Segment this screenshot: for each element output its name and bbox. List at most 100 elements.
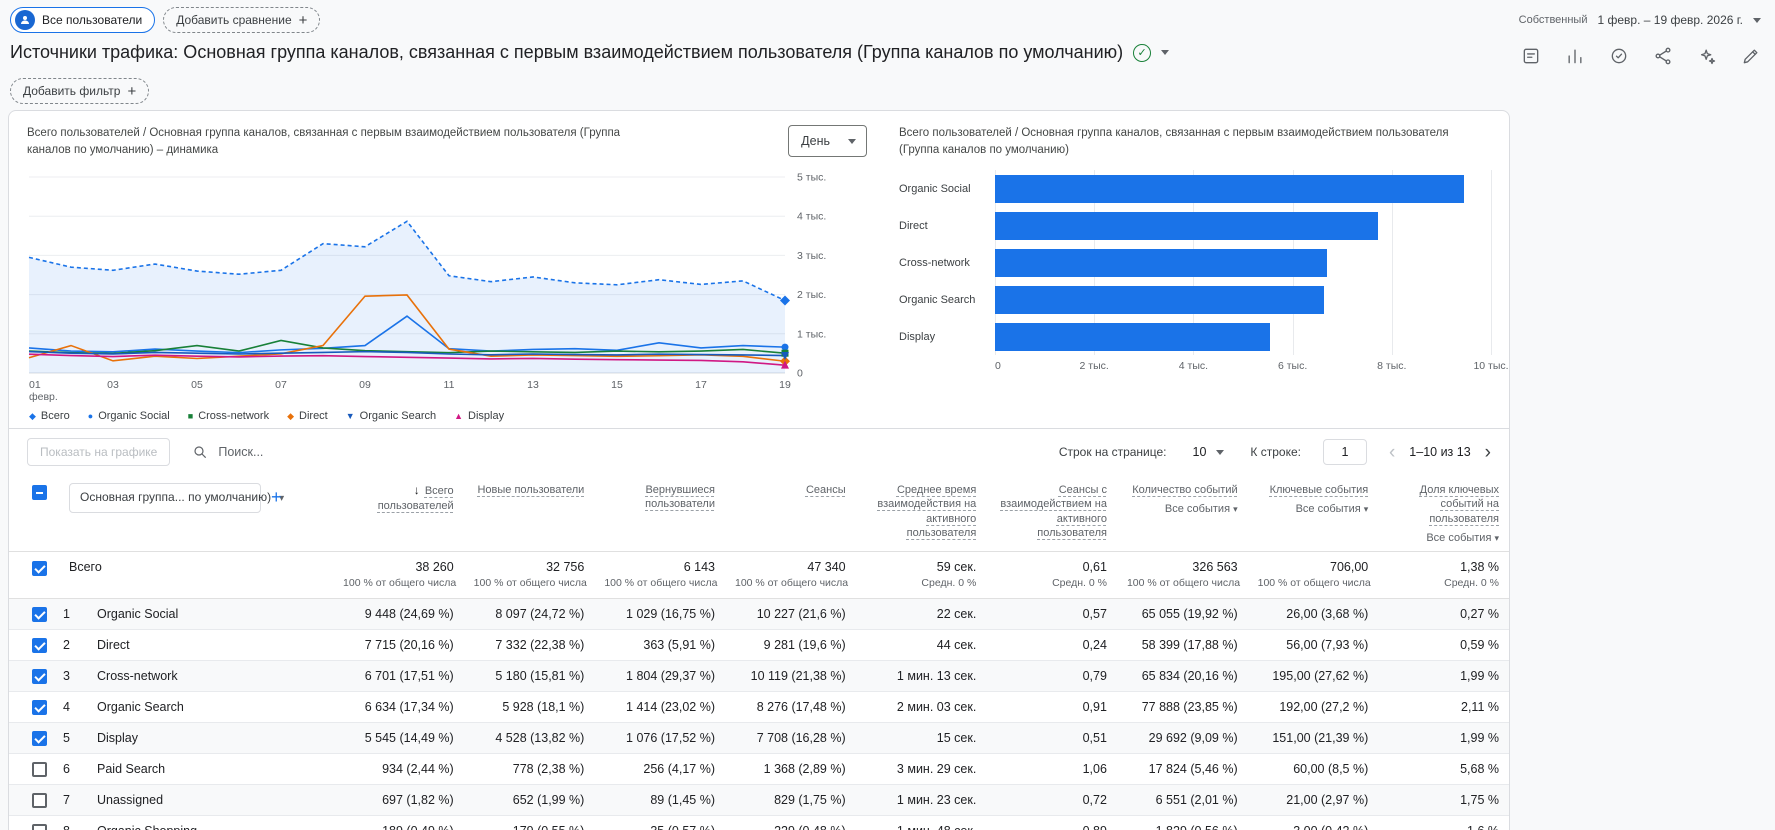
metric-value: 1 804 (29,37 %): [594, 660, 725, 692]
events-filter-dropdown[interactable]: Все события ▾: [1258, 502, 1369, 516]
dimension-select[interactable]: Основная группа... по умолчанию) ▾: [69, 483, 284, 513]
events-filter-dropdown[interactable]: Все события ▾: [1388, 531, 1499, 545]
legend-item[interactable]: ● Organic Social: [88, 410, 170, 422]
previous-page-icon[interactable]: ‹: [1389, 443, 1395, 462]
legend-item[interactable]: ◆ Всего: [29, 410, 70, 422]
metric-value: 778 (2,38 %): [463, 753, 595, 785]
select-all-checkbox[interactable]: [31, 485, 47, 500]
metric-value: 6 551 (2,01 %): [1116, 784, 1248, 816]
row-checkbox[interactable]: [31, 668, 47, 684]
add-filter-chip[interactable]: Добавить фильтр +: [10, 78, 150, 104]
metric-value: 22 сек.: [936, 607, 977, 622]
row-checkbox-cell: [9, 660, 59, 692]
plot-rows-button[interactable]: Показать на графике: [27, 438, 171, 466]
select-all-cell: [9, 475, 59, 553]
bar-chart-title: Всего пользователей / Основная группа ка…: [899, 127, 1449, 156]
metric-value: 0,57: [1082, 607, 1107, 622]
share-icon[interactable]: [1653, 46, 1673, 66]
insights-sparkle-icon[interactable]: [1697, 46, 1717, 66]
row-checkbox[interactable]: [31, 824, 47, 830]
metric-value: 0,27 %: [1460, 607, 1499, 622]
metric-value: 229 (0,48 %): [724, 815, 856, 830]
bar[interactable]: [995, 211, 1378, 240]
row-checkbox[interactable]: [31, 761, 47, 777]
bar[interactable]: [995, 174, 1464, 203]
search-input[interactable]: [218, 445, 399, 459]
totals-checkbox[interactable]: [31, 561, 47, 577]
metric-value: 5 180 (15,81 %): [463, 660, 595, 692]
filter-row: Добавить фильтр +: [0, 76, 1775, 110]
row-checkbox[interactable]: [31, 637, 47, 653]
metric-value: 0,51: [986, 722, 1117, 754]
metric-value: 829 (1,75 %): [724, 784, 856, 816]
column-header[interactable]: Количество событий Все события ▾: [1116, 475, 1248, 553]
column-header[interactable]: Сеансы с взаимодействием на активного по…: [986, 475, 1117, 553]
page-title: Источники трафика: Основная группа канал…: [10, 42, 1124, 62]
pagination: ‹ 1–10 из 13 ›: [1389, 443, 1491, 462]
svg-text:17: 17: [695, 379, 707, 391]
property-label: Собственный: [1518, 14, 1588, 26]
next-page-icon[interactable]: ›: [1485, 443, 1491, 462]
column-header[interactable]: Новые пользователи: [463, 475, 595, 553]
column-header[interactable]: ↓ Всего пользователей: [333, 475, 464, 553]
svg-text:07: 07: [275, 379, 287, 391]
metric-value: 10 119 (21,38 %): [724, 660, 856, 692]
svg-text:2 тыс.: 2 тыс.: [797, 289, 826, 301]
add-comparison-chip[interactable]: Добавить сравнение +: [163, 7, 321, 33]
date-range-picker[interactable]: Собственный 1 февр. – 19 февр. 2026 г.: [1519, 13, 1761, 27]
add-dimension-icon[interactable]: +: [271, 486, 282, 509]
svg-text:01: 01: [29, 379, 41, 391]
insights-circle-icon[interactable]: [1609, 46, 1629, 66]
column-header[interactable]: Вернувшиеся пользователи: [594, 475, 725, 553]
column-header[interactable]: Среднее время взаимодействия на активног…: [855, 475, 987, 553]
legend-item[interactable]: ◆ Direct: [287, 410, 328, 422]
legend-item[interactable]: ▼ Organic Search: [346, 410, 436, 422]
totals-metric: 32 756 100 % от общего числа: [463, 551, 595, 600]
row-index: 4: [59, 691, 87, 723]
metric-value: 9 448 (24,69 %): [364, 607, 454, 622]
bar[interactable]: [995, 248, 1328, 277]
metric-value: 58 399 (17,88 %): [1116, 629, 1248, 661]
column-header[interactable]: Доля ключевых событий на пользователя Все…: [1378, 475, 1509, 553]
row-checkbox-cell: [9, 599, 59, 630]
goto-row-input[interactable]: [1322, 439, 1367, 465]
bar-chart-icon[interactable]: [1565, 46, 1585, 66]
audience-chip[interactable]: Все пользователи: [10, 7, 156, 33]
report-table: Основная группа... по умолчанию) ▾ + ↓ В…: [9, 475, 1509, 830]
row-checkbox[interactable]: [31, 606, 47, 622]
row-checkbox[interactable]: [31, 699, 47, 715]
svg-text:4 тыс.: 4 тыс.: [797, 211, 826, 223]
channel-name: Organic Search: [87, 691, 334, 723]
title-chevron-down-icon[interactable]: [1161, 50, 1170, 55]
bar[interactable]: [995, 322, 1271, 351]
row-checkbox[interactable]: [31, 792, 47, 808]
note-icon[interactable]: [1521, 46, 1541, 66]
metric-value: 3 мин. 29 сек.: [855, 753, 987, 785]
row-index: 1: [63, 607, 70, 622]
search-icon: [194, 446, 207, 458]
bar[interactable]: [995, 285, 1325, 314]
metric-value: 192,00 (27,2 %): [1247, 691, 1379, 723]
column-header[interactable]: Сеансы: [724, 475, 856, 553]
metric-value: 7 332 (22,38 %): [463, 629, 595, 661]
legend-item[interactable]: ■ Cross-network: [188, 410, 269, 422]
column-header[interactable]: Ключевые события Все события ▾: [1247, 475, 1379, 553]
bar-row: [995, 318, 1491, 355]
row-checkbox[interactable]: [31, 730, 47, 746]
table-search[interactable]: [192, 444, 422, 460]
bar-category-label: Organic Search: [899, 293, 976, 306]
metric-value: 0,91: [986, 691, 1117, 723]
totals-row: Всего 38 260 100 % от общего числа 32 756 1…: [9, 551, 1509, 600]
rows-per-page-select[interactable]: 10: [1189, 441, 1229, 463]
totals-metric: 706,00 100 % от общего числа: [1247, 551, 1379, 600]
metric-value: 4 528 (13,82 %): [463, 722, 595, 754]
metric-value: 6 634 (17,34 %): [333, 691, 464, 723]
top-bar: Все пользователи Добавить сравнение + Со…: [0, 0, 1775, 38]
totals-metric: 59 сек. Средн. 0 %: [855, 551, 987, 600]
events-filter-dropdown[interactable]: Все события ▾: [1127, 502, 1238, 516]
edit-pencil-icon[interactable]: [1741, 46, 1761, 66]
bar-category-label: Organic Social: [899, 182, 971, 195]
report-card: Всего пользователей / Основная группа ка…: [8, 110, 1510, 830]
interval-select[interactable]: День: [788, 125, 867, 157]
legend-item[interactable]: ▲ Display: [454, 410, 504, 422]
